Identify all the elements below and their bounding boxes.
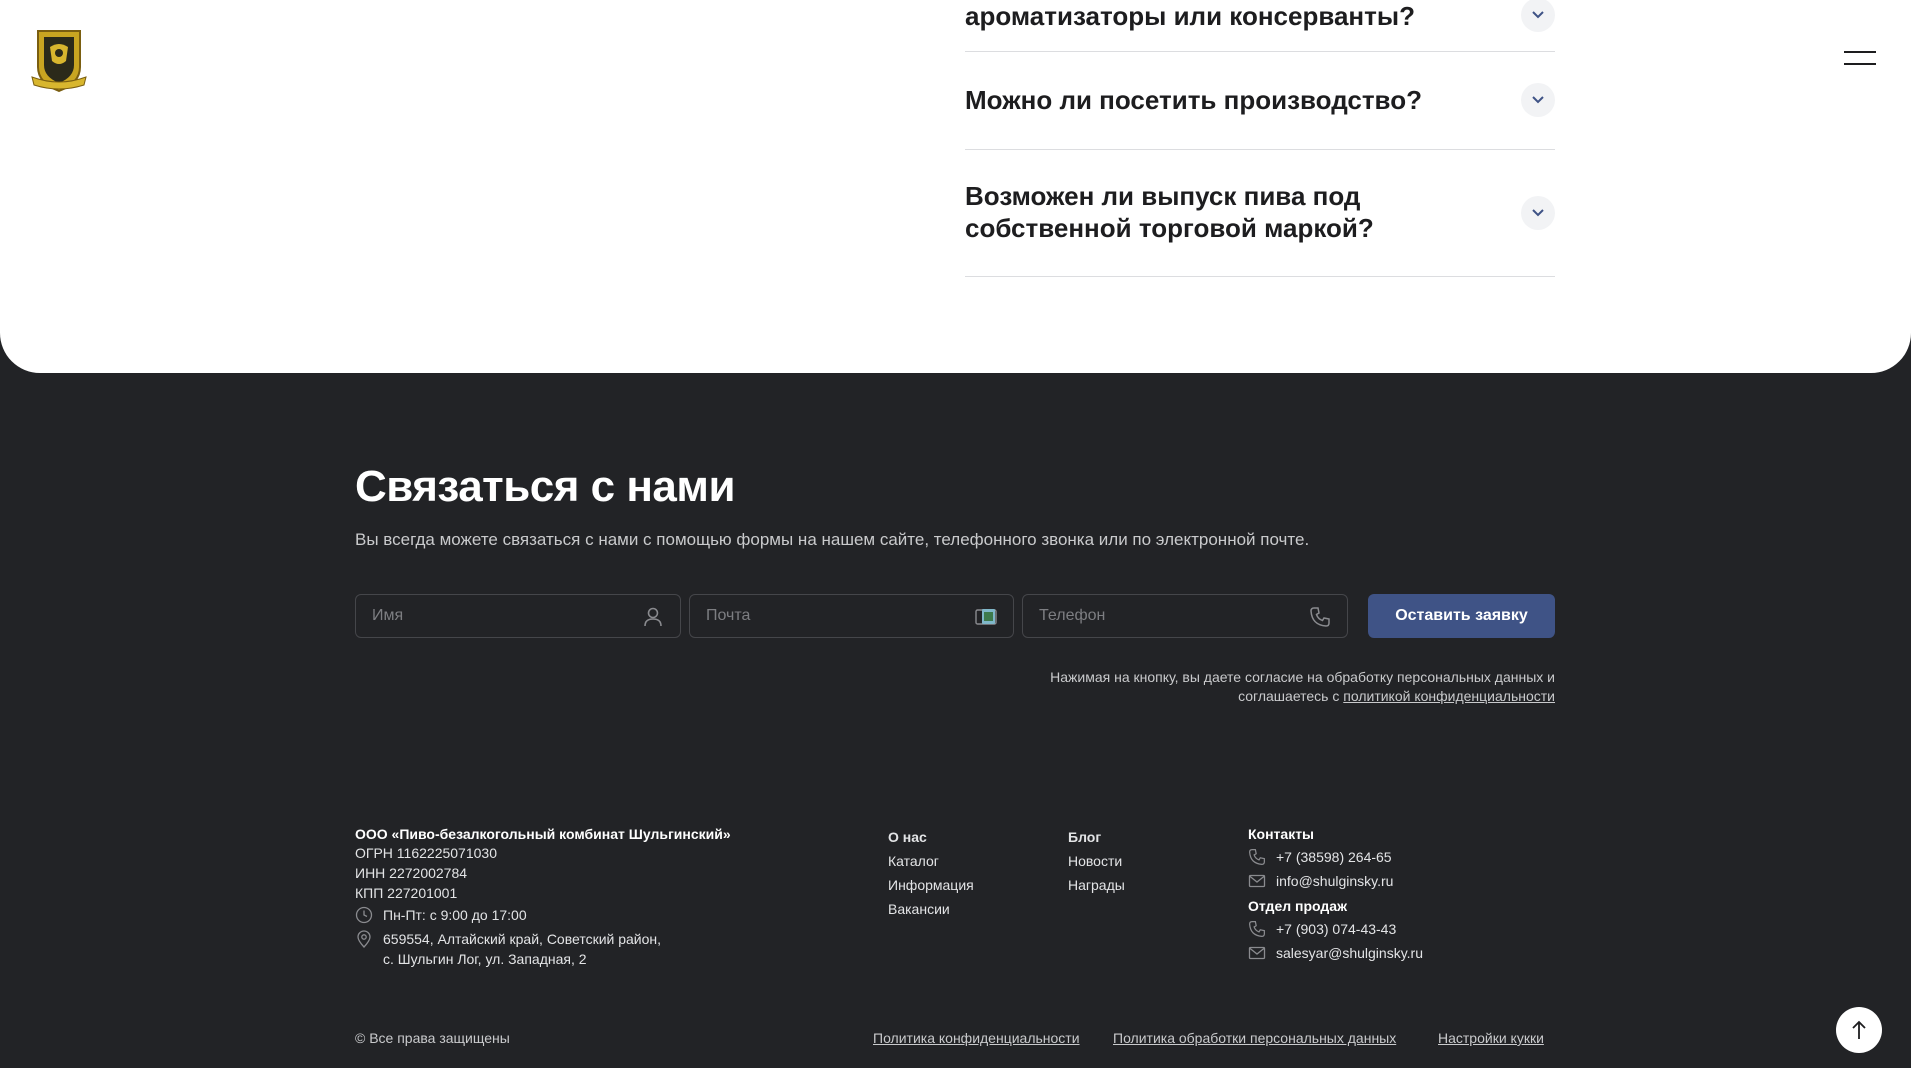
copyright: © Все права защищены bbox=[355, 1030, 510, 1046]
contacts-heading: Контакты bbox=[1248, 826, 1315, 842]
phone-input[interactable] bbox=[1023, 595, 1347, 637]
contact-phone[interactable]: +7 (38598) 264-65 bbox=[1276, 847, 1392, 867]
contact-phone-row[interactable]: +7 (38598) 264-65 bbox=[1248, 847, 1508, 867]
sales-email[interactable]: salesyar@shulginsky.ru bbox=[1276, 943, 1423, 963]
address-line-2: с. Шульгин Лог, ул. Западная, 2 bbox=[383, 951, 587, 967]
contact-title: Связаться с нами bbox=[355, 462, 736, 511]
chevron-down-icon[interactable] bbox=[1521, 83, 1555, 117]
brand-logo-icon[interactable] bbox=[30, 27, 88, 93]
contact-subtitle: Вы всегда можете связаться с нами с помо… bbox=[355, 530, 1310, 549]
address-line-1: 659554, Алтайский край, Советский район, bbox=[383, 931, 662, 947]
mail-icon bbox=[975, 609, 997, 625]
sales-phone-row[interactable]: +7 (903) 074-43-43 bbox=[1248, 919, 1508, 939]
nav-link-info[interactable]: Информация bbox=[888, 873, 1048, 897]
footer-nav-col-1: О нас Каталог Информация Вакансии bbox=[888, 825, 1048, 921]
faq-question: Можно ли посетить производство? bbox=[965, 85, 1422, 115]
working-hours: Пн-Пт: с 9:00 до 17:00 bbox=[355, 905, 775, 925]
privacy-policy-footer-link[interactable]: Политика конфиденциальности bbox=[873, 1030, 1080, 1046]
nav-link-blog[interactable]: Блог bbox=[1068, 825, 1228, 849]
company-name: ООО «Пиво-безалкогольный комбинат Шульги… bbox=[355, 826, 731, 842]
personal-data-policy-link[interactable]: Политика обработки персональных данных bbox=[1113, 1030, 1396, 1046]
name-field-wrapper bbox=[355, 594, 681, 638]
phone-icon bbox=[1249, 849, 1265, 865]
envelope-icon bbox=[1248, 946, 1266, 960]
nav-link-awards[interactable]: Награды bbox=[1068, 873, 1228, 897]
address: 659554, Алтайский край, Советский район,… bbox=[355, 929, 775, 969]
faq-section: ароматизаторы или консерванты? Можно ли … bbox=[0, 0, 1911, 373]
hamburger-menu-icon[interactable] bbox=[1840, 46, 1880, 70]
email-field-wrapper bbox=[689, 594, 1014, 638]
faq-item[interactable]: Возможен ли выпуск пива под собственной … bbox=[965, 150, 1555, 277]
consent-text: Нажимая на кнопку, вы даете согласие на … bbox=[1000, 668, 1555, 706]
chevron-down-icon[interactable] bbox=[1521, 196, 1555, 230]
sales-heading: Отдел продаж bbox=[1248, 898, 1347, 914]
location-pin-icon bbox=[357, 930, 371, 948]
user-icon bbox=[644, 607, 662, 627]
envelope-icon bbox=[1248, 874, 1266, 888]
cookie-settings-link[interactable]: Настройки кукки bbox=[1438, 1030, 1544, 1046]
phone-field-wrapper bbox=[1022, 594, 1348, 638]
hours-text: Пн-Пт: с 9:00 до 17:00 bbox=[383, 907, 527, 923]
arrow-up-icon bbox=[1852, 1020, 1866, 1039]
submit-request-button[interactable]: Оставить заявку bbox=[1368, 594, 1555, 638]
footer-contacts: Контакты +7 (38598) 264-65 info@shulgins… bbox=[1248, 825, 1508, 963]
company-info: ООО «Пиво-безалкогольный комбинат Шульги… bbox=[355, 825, 775, 969]
faq-item[interactable]: Можно ли посетить производство? bbox=[965, 52, 1555, 150]
sales-phone[interactable]: +7 (903) 074-43-43 bbox=[1276, 919, 1396, 939]
nav-link-about[interactable]: О нас bbox=[888, 825, 1048, 849]
nav-link-news[interactable]: Новости bbox=[1068, 849, 1228, 873]
company-ogrn: ОГРН 1162225071030 bbox=[355, 845, 497, 861]
contact-email-row[interactable]: info@shulginsky.ru bbox=[1248, 871, 1508, 891]
nav-link-vacancies[interactable]: Вакансии bbox=[888, 897, 1048, 921]
sales-email-row[interactable]: salesyar@shulginsky.ru bbox=[1248, 943, 1508, 963]
phone-icon bbox=[1249, 921, 1265, 937]
company-inn: ИНН 2272002784 bbox=[355, 865, 468, 881]
contact-email[interactable]: info@shulginsky.ru bbox=[1276, 871, 1393, 891]
footer-nav-col-2: Блог Новости Награды bbox=[1068, 825, 1228, 897]
faq-item[interactable]: ароматизаторы или консерванты? bbox=[965, 0, 1555, 52]
phone-icon bbox=[1310, 607, 1330, 627]
faq-question: Возможен ли выпуск пива под собственной … bbox=[965, 181, 1374, 243]
name-input[interactable] bbox=[356, 595, 680, 637]
chevron-down-icon[interactable] bbox=[1521, 0, 1555, 32]
company-kpp: КПП 227201001 bbox=[355, 885, 458, 901]
clock-icon bbox=[355, 906, 373, 924]
nav-link-catalog[interactable]: Каталог bbox=[888, 849, 1048, 873]
scroll-to-top-button[interactable] bbox=[1836, 1007, 1882, 1053]
faq-question: ароматизаторы или консерванты? bbox=[965, 1, 1415, 31]
privacy-policy-link[interactable]: политикой конфиденциальности bbox=[1343, 688, 1555, 704]
email-input[interactable] bbox=[690, 595, 1013, 637]
